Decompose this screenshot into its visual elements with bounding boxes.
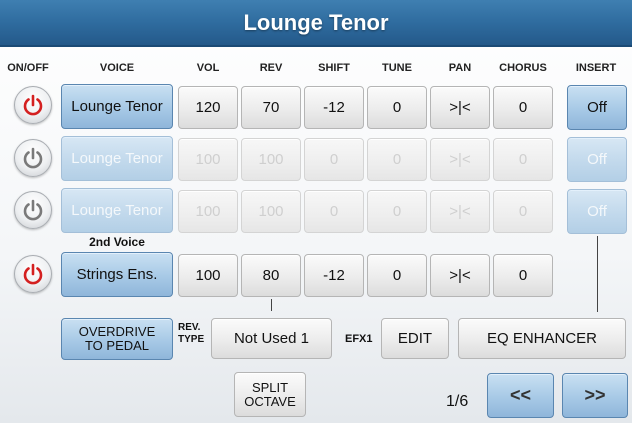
prev-page-button[interactable]: << — [487, 373, 554, 418]
power-icon — [23, 147, 43, 169]
vol-row3[interactable]: 100 — [178, 190, 238, 233]
vol-row2[interactable]: 100 — [178, 138, 238, 181]
rev-row3[interactable]: 100 — [241, 190, 301, 233]
pan-row1[interactable]: >|< — [430, 86, 490, 129]
pan-row4[interactable]: >|< — [430, 254, 490, 297]
power-icon — [23, 263, 43, 285]
power-icon — [23, 94, 43, 116]
pan-row2[interactable]: >|< — [430, 138, 490, 181]
voice-button-row2[interactable]: Lounge Tenor — [61, 136, 173, 181]
vol-row1[interactable]: 120 — [178, 86, 238, 129]
header-onoff: ON/OFF — [7, 62, 49, 74]
vol-row4[interactable]: 100 — [178, 254, 238, 297]
pan-row3[interactable]: >|< — [430, 190, 490, 233]
power-toggle-row3[interactable] — [14, 191, 52, 229]
second-voice-label: 2nd Voice — [89, 235, 145, 249]
overdrive-line2: TO PEDAL — [84, 338, 150, 353]
tune-row4[interactable]: 0 — [367, 254, 427, 297]
header-insert: INSERT — [575, 62, 617, 74]
header-pan: PAN — [448, 62, 472, 74]
page-title: Lounge Tenor — [0, 0, 632, 47]
tune-row3[interactable]: 0 — [367, 190, 427, 233]
page-indicator: 1/6 — [446, 393, 469, 410]
rev-row2[interactable]: 100 — [241, 138, 301, 181]
insert-button-row2[interactable]: Off — [567, 137, 627, 182]
chorus-row4[interactable]: 0 — [493, 254, 553, 297]
insert-connector-line — [597, 236, 598, 312]
efx-edit-button[interactable]: EDIT — [381, 318, 449, 359]
rev-type-label: REV. TYPE — [178, 322, 204, 346]
shift-row2[interactable]: 0 — [304, 138, 364, 181]
overdrive-to-pedal-button[interactable]: OVERDRIVE TO PEDAL — [61, 318, 173, 360]
rev-type-line2: TYPE — [178, 334, 205, 345]
voice-button-row1[interactable]: Lounge Tenor — [61, 84, 173, 129]
header-tune: TUNE — [382, 62, 412, 74]
rev-row4[interactable]: 80 — [241, 254, 301, 297]
insert-button-row1[interactable]: Off — [567, 85, 627, 130]
power-toggle-row1[interactable] — [14, 86, 52, 124]
insert-button-row3[interactable]: Off — [567, 189, 627, 234]
tune-row1[interactable]: 0 — [367, 86, 427, 129]
chorus-row2[interactable]: 0 — [493, 138, 553, 181]
voice-button-row4[interactable]: Strings Ens. — [61, 252, 173, 297]
chorus-row1[interactable]: 0 — [493, 86, 553, 129]
voice-button-row3[interactable]: Lounge Tenor — [61, 188, 173, 233]
header-shift: SHIFT — [318, 62, 350, 74]
next-page-button[interactable]: >> — [562, 373, 628, 418]
power-toggle-row2[interactable] — [14, 139, 52, 177]
rev-connector-line — [271, 299, 272, 311]
power-toggle-row4[interactable] — [14, 255, 52, 293]
chorus-row3[interactable]: 0 — [493, 190, 553, 233]
split-octave-button[interactable]: SPLIT OCTAVE — [234, 372, 306, 417]
tune-row2[interactable]: 0 — [367, 138, 427, 181]
split-octave-line2: OCTAVE — [244, 393, 296, 409]
split-octave-line1: SPLIT — [251, 379, 289, 395]
power-icon — [23, 199, 43, 221]
header-rev: REV — [259, 62, 283, 74]
shift-row4[interactable]: -12 — [304, 254, 364, 297]
header-voice: VOICE — [99, 62, 135, 74]
efx1-label: EFX1 — [345, 333, 373, 345]
efx-type-select[interactable]: EQ ENHANCER — [458, 318, 626, 359]
overdrive-line1: OVERDRIVE — [78, 324, 156, 339]
shift-row1[interactable]: -12 — [304, 86, 364, 129]
shift-row3[interactable]: 0 — [304, 190, 364, 233]
rev-type-line1: REV. — [178, 322, 201, 333]
header-chorus: CHORUS — [499, 62, 547, 74]
header-vol: VOL — [196, 62, 220, 74]
rev-row1[interactable]: 70 — [241, 86, 301, 129]
rev-type-select[interactable]: Not Used 1 — [211, 318, 332, 359]
